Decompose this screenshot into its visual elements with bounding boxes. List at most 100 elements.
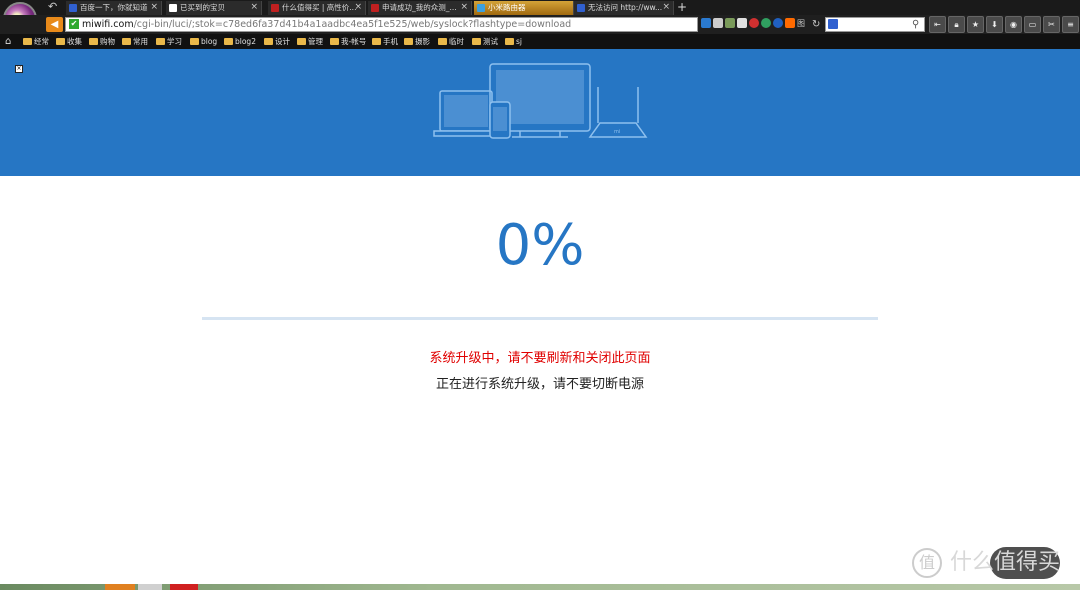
tab-close-icon[interactable]: ×: [250, 1, 258, 14]
watermark-text: 什么值得买: [950, 550, 1061, 575]
folder-icon: [89, 38, 98, 45]
bookmark-folder[interactable]: sj: [505, 35, 522, 48]
svg-text:mi: mi: [614, 129, 620, 135]
bookmark-label: 手机: [383, 37, 398, 46]
tab-label: 什么值得买 | 高性价...: [282, 3, 357, 12]
bookmark-folder[interactable]: 常用: [122, 35, 148, 48]
home-icon[interactable]: ⌂: [5, 35, 11, 48]
undo-close-tab-icon[interactable]: ↶: [48, 0, 57, 14]
taskbar-item[interactable]: [138, 584, 162, 590]
bookmark-folder[interactable]: 摄影: [404, 35, 430, 48]
blue-addon-icon[interactable]: [773, 18, 783, 28]
tab-favicon-icon: [577, 4, 585, 12]
bookmark-label: blog2: [235, 37, 256, 46]
bookmark-folder[interactable]: 经常: [23, 35, 49, 48]
green-addon-icon[interactable]: [761, 18, 771, 28]
bookmark-folder[interactable]: blog2: [224, 35, 256, 48]
bookmark-folder[interactable]: blog: [190, 35, 217, 48]
translate-addon-icon[interactable]: [737, 18, 747, 28]
tab-label: 已买到的宝贝: [180, 3, 225, 12]
folder-icon: [505, 38, 514, 45]
secure-check-icon: ✔: [69, 19, 79, 29]
warning-message: 系统升级中，请不要刷新和关闭此页面: [429, 351, 651, 366]
bookmark-folder[interactable]: 设计: [264, 35, 290, 48]
tab-close-icon[interactable]: ×: [662, 1, 670, 14]
ie-addon-icon[interactable]: [701, 18, 711, 28]
folder-icon: [156, 38, 165, 45]
tab-close-icon[interactable]: ×: [150, 1, 158, 14]
browser-tab[interactable]: 已买到的宝贝 ×: [166, 1, 262, 15]
devices-illustration: mi: [433, 63, 648, 139]
folder-icon: [404, 38, 413, 45]
tab-favicon-icon: [69, 4, 77, 12]
folder-icon: [330, 38, 339, 45]
bookmark-folder[interactable]: 学习: [156, 35, 182, 48]
lock-icon[interactable]: 🔒︎: [948, 16, 965, 33]
bookmark-label: 购物: [100, 37, 115, 46]
tab-favicon-icon: [271, 4, 279, 12]
folder-icon: [23, 38, 32, 45]
bookmark-label: sj: [516, 37, 522, 46]
tab-favicon-icon: [371, 4, 379, 12]
browser-tab[interactable]: 申请成功_我的众测_... ×: [368, 1, 472, 15]
refresh-icon[interactable]: ↻: [812, 17, 820, 32]
bookmark-label: 测试: [483, 37, 498, 46]
folder-icon: [438, 38, 447, 45]
menu-icon[interactable]: ≡: [1062, 16, 1079, 33]
progress-bar: [202, 317, 878, 320]
bookmark-label: 学习: [167, 37, 182, 46]
search-engine-icon[interactable]: [828, 19, 838, 29]
image-addon-icon[interactable]: [725, 18, 735, 28]
notice-message: 正在进行系统升级，请不要切断电源: [435, 377, 644, 392]
download-icon[interactable]: ⬇: [986, 16, 1003, 33]
taskbar-item[interactable]: [105, 584, 135, 590]
bookmark-label: 摄影: [415, 37, 430, 46]
folder-icon: [472, 38, 481, 45]
search-input[interactable]: [825, 17, 925, 32]
os-taskbar: [0, 584, 1080, 590]
bookmark-label: 经常: [34, 37, 49, 46]
tab-favicon-icon: [169, 4, 177, 12]
browser-tab[interactable]: 什么值得买 | 高性价... ×: [268, 1, 366, 15]
image-addon-label[interactable]: 图: [797, 18, 805, 30]
tools-icon[interactable]: ✂: [1043, 16, 1060, 33]
bookmark-label: 常用: [133, 37, 148, 46]
bookmark-folder[interactable]: 管理: [297, 35, 323, 48]
taskbar-item[interactable]: [170, 584, 198, 590]
tab-close-icon[interactable]: ×: [460, 1, 468, 14]
browser-tab[interactable]: 无法访问 http://ww... ×: [574, 1, 674, 15]
url-host: miwifi.com: [82, 19, 134, 30]
folder-icon: [122, 38, 131, 45]
progress-percent: 0%: [495, 213, 585, 278]
bookmark-label: 设计: [275, 37, 290, 46]
url-text[interactable]: miwifi.com/cgi-bin/luci/;stok=c78ed6fa37…: [82, 17, 571, 32]
gamepad-icon[interactable]: ◉: [1005, 16, 1022, 33]
new-tab-button[interactable]: +: [677, 0, 687, 14]
print-addon-icon[interactable]: [713, 18, 723, 28]
browser-tab[interactable]: 小米路由器: [474, 1, 574, 15]
close-icon[interactable]: ×: [15, 65, 23, 73]
browser-tab[interactable]: 百度一下，你就知道 ×: [66, 1, 162, 15]
search-icon[interactable]: ⚲: [912, 17, 919, 32]
back-button[interactable]: ◀: [46, 17, 63, 32]
bookmark-folder[interactable]: 测试: [472, 35, 498, 48]
bookmark-label: 管理: [308, 37, 323, 46]
folder-icon[interactable]: ▭: [1024, 16, 1041, 33]
bookmark-label: blog: [201, 37, 218, 46]
toolbar-prev-icon[interactable]: ⇤: [929, 16, 946, 33]
star-icon[interactable]: ★: [967, 16, 984, 33]
bookmark-folder[interactable]: 我-帐号: [330, 35, 366, 48]
weibo-addon-icon[interactable]: [749, 18, 759, 28]
folder-icon: [56, 38, 65, 45]
bookmark-folder[interactable]: 手机: [372, 35, 398, 48]
folder-icon: [297, 38, 306, 45]
tab-close-icon[interactable]: ×: [354, 1, 362, 14]
bookmark-label: 收集: [67, 37, 82, 46]
bookmark-folder[interactable]: 收集: [56, 35, 82, 48]
mi-addon-icon[interactable]: [785, 18, 795, 28]
url-path: /cgi-bin/luci/;stok=c78ed6fa37d41b4a1aad…: [133, 19, 572, 30]
bookmark-folder[interactable]: 临时: [438, 35, 464, 48]
tab-favicon-icon: [477, 4, 485, 12]
bookmark-folder[interactable]: 购物: [89, 35, 115, 48]
tab-label: 小米路由器: [488, 3, 526, 12]
